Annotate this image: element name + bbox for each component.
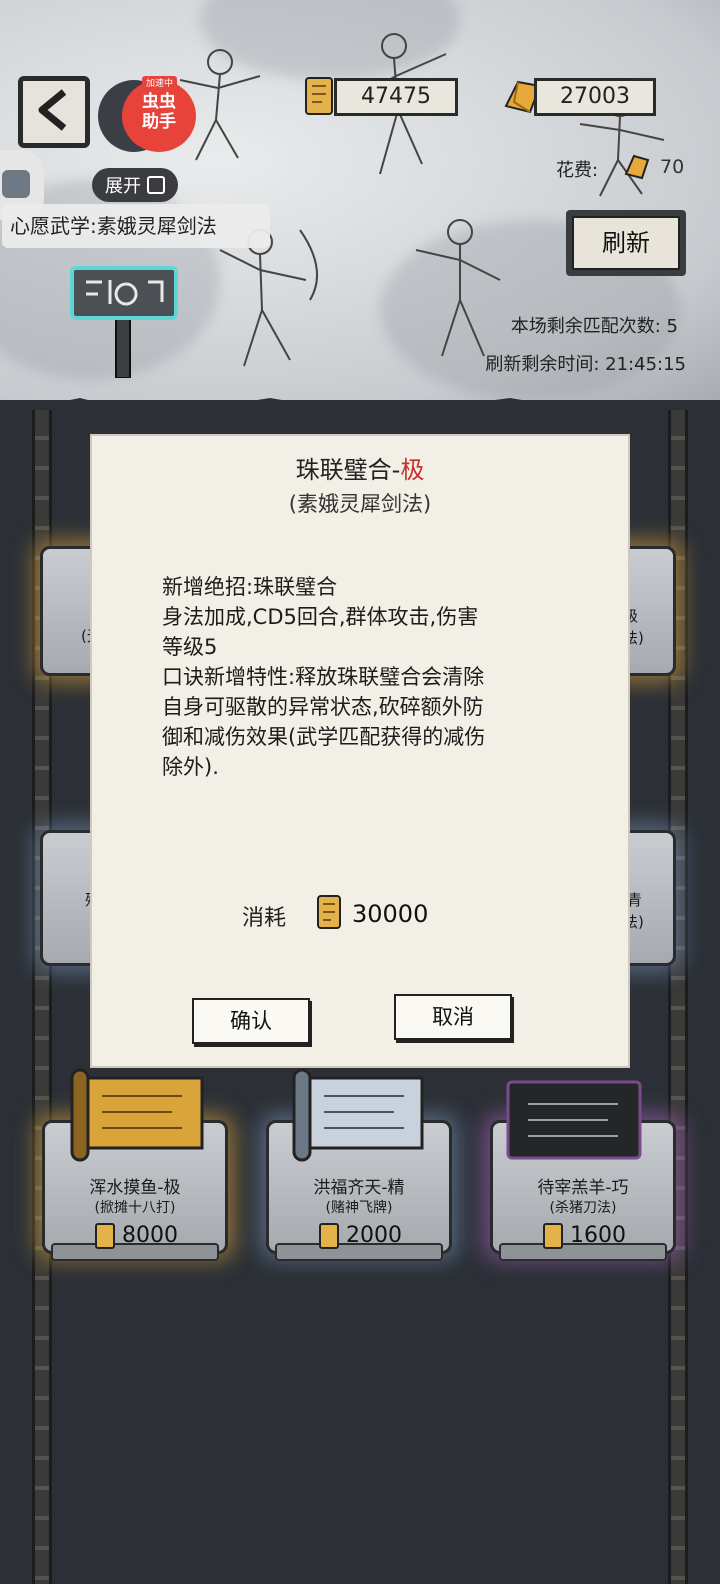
silver-scroll-icon (284, 1066, 434, 1170)
consume-value: 30000 (352, 900, 429, 928)
description-line: 新增绝招:珠联璧合 (162, 575, 338, 599)
remaining-matches-text: 本场剩余匹配次数: 5 (510, 316, 678, 337)
scroll-currency-icon (93, 1221, 117, 1255)
signpost-icon[interactable] (66, 258, 186, 379)
refresh-cost-label: 花费: (556, 160, 599, 181)
skill-price: 2000 (346, 1223, 402, 1248)
assistant-button[interactable]: 虫虫 助手 加速中 (98, 76, 198, 152)
description-line: 除外). (162, 755, 219, 779)
modal-title-grade: 极 (400, 456, 425, 484)
gold-currency-value: 27003 (534, 78, 656, 116)
skill-source: (掀摊十八打) (94, 1200, 176, 1216)
description-line: 御和减伤效果(武学匹配获得的减伤 (162, 725, 486, 749)
golden-scroll-icon (62, 1066, 212, 1170)
scroll-currency-value: 47475 (334, 78, 458, 116)
modal-description: 新增绝招:珠联璧合 身法加成,CD5回合,群体攻击,伤害 等级5 口诀新增特性:… (162, 572, 562, 782)
martial-figure-illustration (400, 210, 520, 360)
scroll-currency-icon (541, 1221, 565, 1255)
refresh-timer-text: 刷新剩余时间: 21:45:15 (485, 354, 686, 375)
modal-title-text: 珠联璧合- (295, 456, 401, 484)
cancel-button[interactable]: 取消 (394, 994, 512, 1040)
modal-title: 珠联璧合-极 (92, 450, 628, 485)
app-icon (2, 170, 30, 198)
scroll-currency-icon (317, 1221, 341, 1255)
black-tablet-icon (504, 1078, 644, 1168)
refresh-cost-value: 70 (660, 156, 685, 178)
skill-source: (杀猪刀法) (549, 1200, 617, 1216)
gold-ingot-icon (622, 152, 652, 184)
torn-paper-edge (0, 398, 720, 420)
expand-icon (147, 176, 165, 194)
skill-detail-modal: 珠联璧合-极 (素娥灵犀剑法) 新增绝招:珠联璧合 身法加成,CD5回合,群体攻… (90, 434, 630, 1068)
description-line: 身法加成,CD5回合,群体攻击,伤害 (162, 605, 479, 629)
assistant-label-line2: 助手 (142, 112, 176, 132)
description-line: 自身可驱散的异常状态,砍碎额外防 (162, 695, 484, 719)
chevron-left-icon (34, 88, 74, 136)
expand-label: 展开 (105, 176, 141, 197)
description-line: 等级5 (162, 635, 218, 659)
assistant-label-line1: 虫虫 (142, 92, 176, 112)
skill-name: 待宰羔羊-巧 (537, 1178, 629, 1198)
scroll-currency-icon (314, 892, 346, 936)
skill-name: 浑水摸鱼-极 (89, 1178, 181, 1198)
skill-price: 8000 (122, 1223, 178, 1248)
refresh-label: 刷新 (572, 216, 680, 270)
skill-price: 1600 (570, 1223, 626, 1248)
skill-source: (赌神飞牌) (325, 1200, 393, 1216)
back-button[interactable] (18, 76, 90, 148)
refresh-button[interactable]: 刷新 (566, 210, 686, 276)
consume-label: 消耗 (242, 906, 287, 931)
assistant-status-badge: 加速中 (142, 76, 178, 89)
modal-subtitle: (素娥灵犀剑法) (288, 492, 432, 516)
scroll-currency-icon (302, 72, 338, 124)
skill-name: 洪福齐天-精 (313, 1178, 405, 1198)
description-line: 口诀新增特性:释放珠联璧合会清除 (162, 665, 485, 689)
confirm-button[interactable]: 确认 (192, 998, 310, 1044)
expand-button[interactable]: 展开 (92, 168, 178, 202)
wish-skill-label: 心愿武学:素娥灵犀剑法 (2, 204, 270, 248)
